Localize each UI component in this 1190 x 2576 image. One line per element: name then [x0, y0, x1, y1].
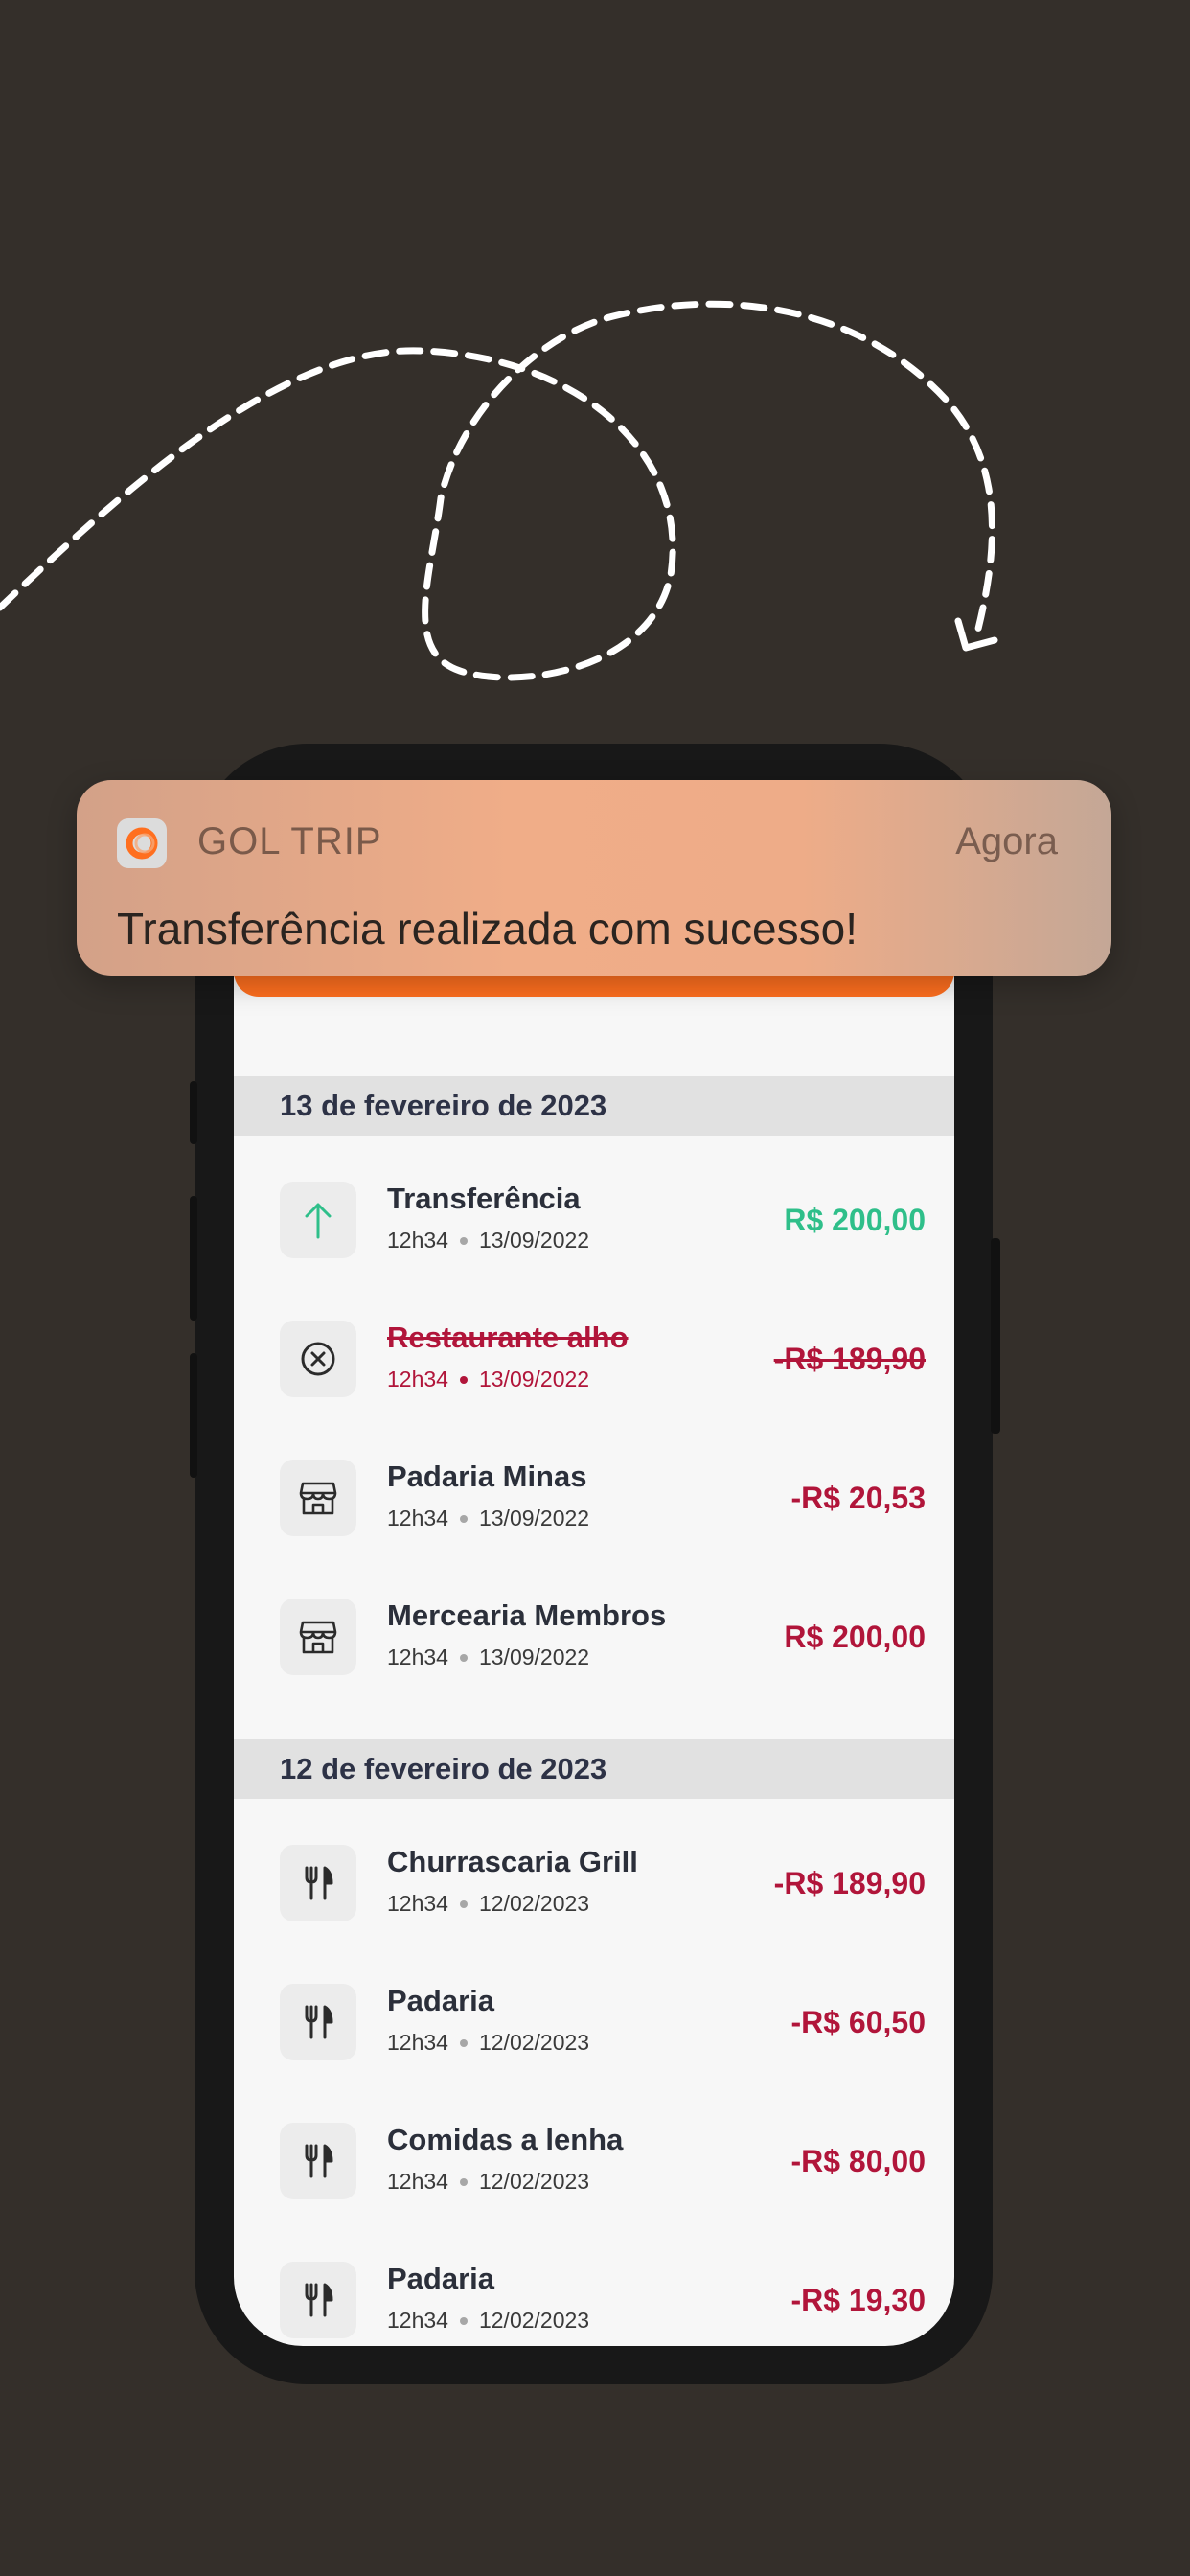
transaction-meta: 12h34 12/02/2023: [387, 2030, 589, 2056]
transaction-row[interactable]: Padaria 12h34 12/02/2023 -R$ 19,30: [234, 2248, 954, 2346]
transaction-row[interactable]: Padaria 12h34 12/02/2023 -R$ 60,50: [234, 1970, 954, 2076]
transaction-date: 12/02/2023: [478, 2030, 590, 2055]
transaction-row[interactable]: Transferência 12h34 13/09/2022 R$ 200,00: [234, 1168, 954, 1274]
separator-dot: [459, 2316, 468, 2325]
transaction-row[interactable]: Mercearia Membros 12h34 13/09/2022 R$ 20…: [234, 1585, 954, 1690]
section-header-date: 13 de fevereiro de 2023: [234, 1076, 954, 1136]
transaction-amount: R$ 200,00: [784, 1620, 926, 1654]
transaction-time: 12h34: [387, 2030, 448, 2055]
transaction-time: 12h34: [387, 1644, 448, 1669]
transaction-name: Padaria: [387, 1984, 495, 2017]
transaction-amount: -R$ 60,50: [790, 2005, 926, 2039]
transaction-meta: 12h34 12/02/2023: [387, 2169, 589, 2195]
fork-knife-icon: [280, 2123, 356, 2199]
separator-dot: [459, 1375, 468, 1384]
transaction-amount: -R$ 20,53: [790, 1481, 926, 1515]
transaction-meta: 12h34 13/09/2022: [387, 1228, 589, 1254]
dashed-arrow-decoration: [0, 300, 998, 681]
notification-message: Transferência realizada com sucesso!: [117, 904, 858, 954]
section-date-label: 13 de fevereiro de 2023: [280, 1089, 607, 1122]
notification-time: Agora: [955, 820, 1058, 862]
transaction-date: 12/02/2023: [478, 2308, 590, 2333]
transaction-date: 13/09/2022: [478, 1228, 590, 1253]
transaction-date: 13/09/2022: [478, 1644, 590, 1669]
transaction-meta: 12h34 13/09/2022: [387, 1644, 589, 1670]
phone-volume-up-button: [190, 1196, 197, 1321]
transaction-amount: -R$ 19,30: [790, 2283, 926, 2317]
phone-volume-down-button: [190, 1353, 197, 1478]
transaction-name: Padaria: [387, 2262, 495, 2295]
transaction-row[interactable]: Padaria Minas 12h34 13/09/2022 -R$ 20,53: [234, 1446, 954, 1552]
store-icon: [280, 1598, 356, 1675]
phone-side-button: [190, 1081, 197, 1144]
section-date-label: 12 de fevereiro de 2023: [280, 1752, 607, 1785]
fork-knife-icon: [280, 2262, 356, 2338]
transaction-date: 12/02/2023: [478, 1891, 590, 1916]
transaction-row[interactable]: Churrascaria Grill 12h34 12/02/2023 -R$ …: [234, 1831, 954, 1937]
transaction-time: 12h34: [387, 2169, 448, 2194]
transaction-name: Restaurante alho: [387, 1321, 629, 1354]
transaction-meta: 12h34 13/09/2022: [387, 1506, 589, 1531]
separator-dot: [459, 2038, 468, 2047]
transaction-meta: 12h34 13/09/2022: [387, 1367, 589, 1392]
separator-dot: [459, 1899, 468, 1908]
transaction-row[interactable]: Comidas a lenha 12h34 12/02/2023 -R$ 80,…: [234, 2109, 954, 2215]
transaction-name: Padaria Minas: [387, 1460, 587, 1493]
transaction-name: Comidas a lenha: [387, 2123, 624, 2156]
separator-dot: [459, 1236, 468, 1245]
transaction-time: 12h34: [387, 1228, 448, 1253]
transaction-time: 12h34: [387, 2308, 448, 2333]
phone-power-button: [991, 1238, 1000, 1434]
arrow-up-icon: [280, 1182, 356, 1258]
transaction-meta: 12h34 12/02/2023: [387, 2308, 589, 2334]
transaction-time: 12h34: [387, 1367, 448, 1392]
separator-dot: [459, 1514, 468, 1523]
store-icon: [280, 1460, 356, 1536]
transaction-date: 12/02/2023: [478, 2169, 590, 2194]
transaction-date: 13/09/2022: [478, 1506, 590, 1530]
gol-trip-logo-icon: [117, 818, 167, 868]
transaction-meta: 12h34 12/02/2023: [387, 1891, 589, 1917]
transaction-name: Mercearia Membros: [387, 1598, 667, 1632]
transaction-name: Transferência: [387, 1182, 581, 1215]
fork-knife-icon: [280, 1984, 356, 2060]
section-header-date: 12 de fevereiro de 2023: [234, 1739, 954, 1799]
cancel-circle-icon: [280, 1321, 356, 1397]
transaction-time: 12h34: [387, 1506, 448, 1530]
transaction-amount: -R$ 189,90: [773, 1342, 926, 1376]
transaction-amount: R$ 200,00: [784, 1203, 926, 1237]
transaction-row[interactable]: Restaurante alho 12h34 13/09/2022 -R$ 18…: [234, 1307, 954, 1413]
transaction-amount: -R$ 80,00: [790, 2144, 926, 2178]
separator-dot: [459, 1653, 468, 1662]
transaction-amount: -R$ 189,90: [773, 1866, 926, 1900]
separator-dot: [459, 2177, 468, 2186]
app-screen: 13 de fevereiro de 2023 Transferência 12…: [234, 862, 954, 2346]
transaction-time: 12h34: [387, 1891, 448, 1916]
transaction-name: Churrascaria Grill: [387, 1845, 638, 1878]
transaction-date: 13/09/2022: [478, 1367, 590, 1392]
push-notification[interactable]: GOL TRIP Agora Transferência realizada c…: [77, 780, 1111, 976]
notification-app-name: GOL TRIP: [197, 820, 382, 862]
fork-knife-icon: [280, 1845, 356, 1921]
